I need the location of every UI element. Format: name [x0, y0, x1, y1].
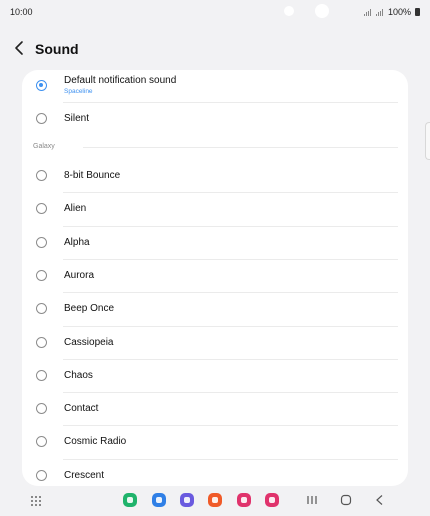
radio-button[interactable] — [36, 269, 47, 281]
signal-icon — [363, 8, 372, 16]
sound-option[interactable]: Beep Once — [22, 292, 408, 325]
sound-label: Beep Once — [64, 303, 115, 315]
sound-label: Aurora — [64, 269, 95, 281]
sound-label: Cosmic Radio — [64, 436, 127, 448]
sound-option[interactable]: Cassiopeia — [22, 326, 408, 359]
status-time: 10:00 — [10, 7, 33, 17]
option-label: Silent — [64, 113, 90, 124]
front-camera-icon — [315, 4, 329, 18]
messages-app-icon[interactable] — [152, 493, 166, 507]
sound-option[interactable]: Alien — [22, 192, 408, 225]
sound-list: Default notification sound Spaceline Sil… — [22, 70, 408, 486]
radio-button[interactable] — [36, 336, 47, 348]
sound-option[interactable]: 8-bit Bounce — [22, 159, 408, 192]
section-header-galaxy: Galaxy — [33, 143, 55, 150]
radio-button[interactable] — [36, 303, 47, 315]
app-drawer-icon[interactable] — [31, 496, 42, 507]
radio-button[interactable] — [36, 170, 47, 181]
radio-button[interactable] — [36, 369, 47, 381]
option-silent[interactable]: Silent — [22, 103, 408, 136]
radio-button[interactable] — [36, 436, 47, 448]
page-header: Sound — [0, 34, 430, 64]
sound-label: Crescent — [64, 469, 105, 481]
phone-app-icon[interactable] — [123, 493, 137, 507]
option-default-notification-sound[interactable]: Default notification sound Spaceline — [22, 70, 408, 102]
radio-button[interactable] — [36, 113, 47, 124]
back-nav-button[interactable] — [374, 494, 386, 506]
section-divider — [83, 147, 398, 148]
sound-label: Chaos — [64, 369, 93, 381]
sound-option[interactable]: Aurora — [22, 259, 408, 292]
edge-panel-handle[interactable] — [425, 122, 430, 160]
radio-button[interactable] — [36, 403, 47, 415]
camera-app-icon[interactable] — [265, 493, 279, 507]
battery-icon — [415, 8, 420, 16]
gallery-app-icon[interactable] — [237, 493, 251, 507]
battery-percent: 100% — [387, 7, 411, 17]
sound-option[interactable]: Cosmic Radio — [22, 425, 408, 458]
sound-label: Cassiopeia — [64, 336, 114, 348]
sound-label: 8-bit Bounce — [64, 170, 121, 181]
front-camera-icon — [284, 6, 294, 16]
radio-button[interactable] — [36, 469, 47, 481]
sound-option[interactable]: Chaos — [22, 359, 408, 392]
radio-selected[interactable] — [36, 80, 47, 91]
notes-app-icon[interactable] — [208, 493, 222, 507]
sound-label: Alpha — [64, 236, 90, 248]
navigation-bar — [0, 486, 430, 516]
sound-label: Contact — [64, 403, 99, 415]
internet-app-icon[interactable] — [180, 493, 194, 507]
signal-icon — [375, 8, 384, 16]
home-button[interactable] — [340, 494, 352, 506]
status-bar: 10:00 100% — [0, 0, 430, 26]
page-title: Sound — [35, 41, 79, 57]
option-subtitle: Spaceline — [64, 88, 93, 95]
back-arrow-icon[interactable] — [12, 40, 28, 56]
radio-button[interactable] — [36, 236, 47, 248]
option-label: Default notification sound — [64, 75, 177, 86]
sound-label: Alien — [64, 203, 87, 215]
radio-button[interactable] — [36, 203, 47, 215]
sound-option[interactable]: Contact — [22, 392, 408, 425]
recents-button[interactable] — [306, 494, 318, 506]
sound-option[interactable]: Crescent — [22, 459, 408, 486]
sound-option[interactable]: Alpha — [22, 226, 408, 259]
